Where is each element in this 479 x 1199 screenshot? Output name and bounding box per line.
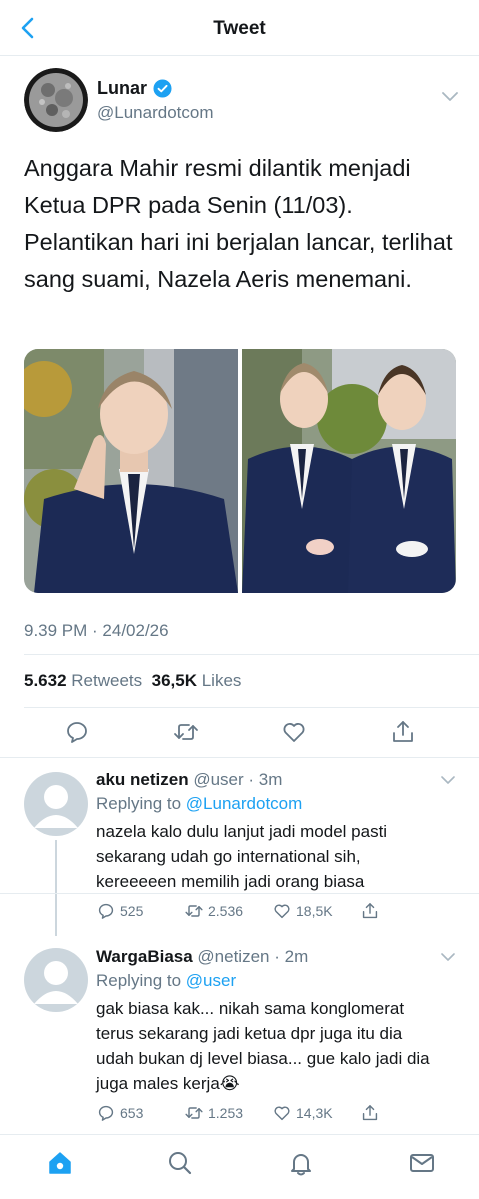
avatar[interactable] <box>24 948 88 1012</box>
reply-time: · 2m <box>274 947 309 966</box>
top-bar: Tweet <box>0 0 479 56</box>
reply-like-button[interactable]: 14,3K <box>272 1103 333 1123</box>
reply-share-button[interactable] <box>360 1103 380 1123</box>
tweet-author: Lunar @Lunardotcom <box>24 68 464 132</box>
share-icon[interactable] <box>389 718 417 746</box>
retweet-icon <box>185 905 203 917</box>
retweet-icon <box>185 1107 203 1119</box>
divider <box>0 757 479 758</box>
like-icon <box>274 1106 290 1121</box>
reply-author-handle[interactable]: @user <box>193 770 243 789</box>
reply-like-button[interactable]: 18,5K <box>272 901 333 921</box>
reply-time: · 3m <box>248 770 283 789</box>
reply-icon <box>98 903 114 919</box>
divider <box>0 893 479 894</box>
reply-author-handle[interactable]: @netizen <box>197 947 269 966</box>
avatar[interactable] <box>24 68 88 132</box>
retweet-icon[interactable] <box>172 718 200 746</box>
reply-share-button[interactable] <box>360 901 380 921</box>
share-icon <box>362 1105 378 1121</box>
like-icon[interactable] <box>280 718 308 746</box>
replying-to-mention[interactable]: @user <box>186 971 236 990</box>
reply-reply-button[interactable]: 525 <box>96 901 143 921</box>
tweet-text: Anggara Mahir resmi dilantik menjadi Ket… <box>24 155 453 292</box>
tweet-stats: 5.632 Retweets 36,5K Likes <box>24 671 241 691</box>
divider <box>24 707 479 708</box>
reply-author-name[interactable]: aku netizen <box>96 770 189 789</box>
retweet-count: 2.536 <box>208 903 244 919</box>
avatar[interactable] <box>24 772 88 836</box>
chevron-down-icon[interactable] <box>441 776 455 785</box>
reply-action-bar: 525 2.536 18,5K <box>96 901 436 925</box>
author-handle[interactable]: @Lunardotcom <box>97 103 214 123</box>
replying-to-label: Replying to <box>96 794 182 813</box>
search-icon[interactable] <box>166 1149 194 1177</box>
share-icon <box>362 903 378 919</box>
page-title: Tweet <box>213 18 266 39</box>
bottom-tab-bar <box>0 1134 479 1199</box>
reply-reply-button[interactable]: 653 <box>96 1103 143 1123</box>
author-name[interactable]: Lunar <box>97 78 147 99</box>
retweets-count[interactable]: 5.632 <box>24 671 67 690</box>
photo-left[interactable] <box>24 349 238 593</box>
retweets-label[interactable]: Retweets <box>71 671 142 690</box>
reply-icon <box>98 1105 114 1121</box>
likes-label[interactable]: Likes <box>202 671 242 690</box>
home-icon[interactable] <box>46 1149 74 1177</box>
like-count: 14,3K <box>296 1105 333 1121</box>
like-icon <box>274 904 290 919</box>
replying-to-mention[interactable]: @Lunardotcom <box>186 794 303 813</box>
reply-count: 525 <box>120 903 144 919</box>
tweet-media[interactable] <box>24 349 456 593</box>
reply-count: 653 <box>120 1105 144 1121</box>
default-avatar-icon <box>34 785 78 828</box>
chevron-down-icon[interactable] <box>442 92 458 102</box>
tweet-timestamp: 9.39 PM · 24/02/26 <box>24 621 169 640</box>
thread-line <box>55 840 57 936</box>
divider <box>24 654 479 655</box>
retweet-count: 1.253 <box>208 1105 244 1121</box>
default-avatar-icon <box>34 961 78 1004</box>
reply-text: nazela kalo dulu lanjut jadi model pasti… <box>96 822 388 891</box>
chevron-down-icon[interactable] <box>441 953 455 962</box>
like-count: 18,5K <box>296 903 333 919</box>
reply-icon[interactable] <box>63 718 91 746</box>
reply-retweet-button[interactable]: 2.536 <box>184 901 243 921</box>
reply-author-name[interactable]: WargaBiasa <box>96 947 193 966</box>
reply-retweet-button[interactable]: 1.253 <box>184 1103 243 1123</box>
reply-action-bar: 653 1.253 14,3K <box>96 1103 436 1127</box>
replying-to-label: Replying to <box>96 971 182 990</box>
photo-right[interactable] <box>242 349 456 593</box>
likes-count[interactable]: 36,5K <box>152 671 197 690</box>
messages-icon[interactable] <box>408 1149 436 1177</box>
tweet-action-bar <box>0 716 479 748</box>
verified-badge-icon <box>153 79 172 98</box>
reply-text: gak biasa kak... nikah sama konglomerat … <box>96 999 430 1093</box>
notifications-icon[interactable] <box>287 1149 315 1177</box>
